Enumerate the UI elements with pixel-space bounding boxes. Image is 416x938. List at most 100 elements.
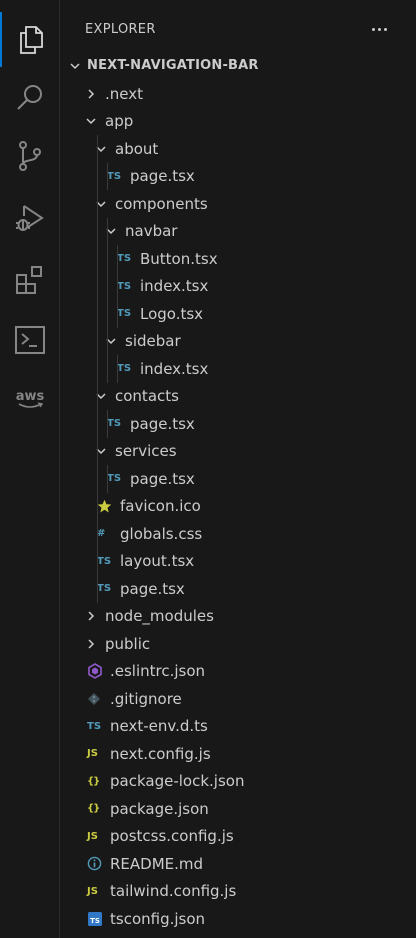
folder-label: services bbox=[115, 442, 177, 460]
root-folder-label: NEXT-NAVIGATION-BAR bbox=[87, 58, 259, 73]
file-label: .gitignore bbox=[110, 689, 182, 708]
terminal-icon[interactable] bbox=[0, 312, 60, 367]
file-label: page.tsx bbox=[120, 579, 185, 598]
typescript-file-icon: TS bbox=[117, 308, 132, 319]
folder-label: node_modules bbox=[105, 607, 214, 625]
aws-icon[interactable]: aws bbox=[0, 370, 60, 425]
more-actions-button[interactable] bbox=[368, 18, 390, 40]
typescript-file-icon: TS bbox=[97, 555, 112, 567]
folder-label: components bbox=[115, 194, 208, 213]
file-label: layout.tsx bbox=[120, 552, 195, 570]
info-icon bbox=[87, 856, 107, 871]
chevron-down-icon bbox=[67, 58, 83, 74]
file-label: package.json bbox=[110, 799, 209, 818]
aws-icon-label: aws bbox=[16, 389, 45, 404]
file-item[interactable]: favicon.ico bbox=[61, 493, 416, 520]
file-item[interactable]: # globals.css bbox=[61, 520, 416, 547]
eslint-icon bbox=[87, 663, 107, 679]
extensions-icon[interactable] bbox=[0, 252, 60, 307]
folder-item[interactable]: .next bbox=[61, 80, 416, 107]
chevron-down-icon bbox=[93, 388, 109, 404]
indent-guide bbox=[97, 135, 98, 603]
chevron-right-icon bbox=[83, 608, 99, 624]
folder-label: about bbox=[115, 139, 159, 158]
file-item[interactable]: TS index.tsx bbox=[61, 273, 416, 300]
typescript-file-icon: TS bbox=[87, 720, 102, 732]
folder-item[interactable]: about bbox=[61, 135, 416, 162]
file-item[interactable]: {} package-lock.json bbox=[61, 768, 416, 795]
file-item[interactable]: TS page.tsx bbox=[61, 575, 416, 602]
folder-label: navbar bbox=[125, 222, 178, 240]
folder-item[interactable]: sidebar bbox=[61, 328, 416, 355]
more-actions-dot bbox=[371, 27, 375, 31]
file-item[interactable]: README.md bbox=[61, 850, 416, 877]
chevron-down-icon bbox=[83, 113, 99, 129]
indent-guide bbox=[107, 162, 108, 190]
search-icon[interactable] bbox=[0, 70, 60, 125]
file-item[interactable]: TS tsconfig.json bbox=[61, 905, 416, 932]
file-item[interactable]: .eslintrc.json bbox=[61, 658, 416, 685]
file-label: globals.css bbox=[120, 524, 203, 543]
typescript-file-icon: TS bbox=[107, 170, 122, 182]
file-label: next.config.js bbox=[110, 744, 211, 763]
javascript-file-icon: JS bbox=[87, 885, 98, 897]
chevron-down-icon bbox=[103, 223, 119, 239]
file-label: package-lock.json bbox=[110, 772, 245, 790]
file-label: next-env.d.ts bbox=[110, 717, 208, 735]
activity-bar: aws bbox=[0, 0, 60, 938]
file-label: .eslintrc.json bbox=[110, 662, 206, 680]
file-item[interactable]: TS Logo.tsx bbox=[61, 300, 416, 327]
folder-label: contacts bbox=[115, 387, 179, 405]
file-label: index.tsx bbox=[140, 359, 209, 378]
file-item[interactable]: TS page.tsx bbox=[61, 465, 416, 492]
indent-guide bbox=[107, 217, 108, 383]
chevron-down-icon bbox=[93, 443, 109, 459]
file-item[interactable]: {} package.json bbox=[61, 795, 416, 822]
file-item[interactable]: TS next-env.d.ts bbox=[61, 713, 416, 740]
folder-item[interactable]: public bbox=[61, 630, 416, 657]
more-actions-dot bbox=[383, 27, 387, 31]
file-item[interactable]: TS page.tsx bbox=[61, 410, 416, 437]
folder-label: app bbox=[105, 112, 134, 130]
file-label: Logo.tsx bbox=[140, 304, 204, 323]
source-control-icon[interactable] bbox=[0, 128, 60, 183]
git-icon bbox=[87, 692, 107, 706]
folder-label: public bbox=[105, 634, 151, 653]
css-file-icon: # bbox=[97, 528, 106, 539]
file-item[interactable]: TS index.tsx bbox=[61, 355, 416, 382]
file-label: tailwind.config.js bbox=[110, 882, 237, 900]
typescript-file-icon: TS bbox=[107, 418, 122, 429]
folder-item[interactable]: app bbox=[61, 108, 416, 135]
typescript-file-icon: TS bbox=[117, 253, 132, 264]
chevron-down-icon bbox=[93, 196, 109, 212]
file-label: tsconfig.json bbox=[110, 909, 206, 928]
run-debug-icon[interactable] bbox=[0, 190, 60, 245]
file-label: postcss.config.js bbox=[110, 827, 234, 845]
tree-root-folder[interactable]: NEXT-NAVIGATION-BAR bbox=[61, 52, 416, 79]
file-item[interactable]: .gitignore bbox=[61, 685, 416, 712]
folder-item[interactable]: navbar bbox=[61, 218, 416, 245]
folder-item[interactable]: services bbox=[61, 438, 416, 465]
file-item[interactable]: TS layout.tsx bbox=[61, 548, 416, 575]
explorer-panel: EXPLORER NEXT-NAVIGATION-BAR .next app abo… bbox=[61, 0, 416, 938]
json-file-icon: {} bbox=[87, 803, 100, 814]
file-item[interactable]: TS Button.tsx bbox=[61, 245, 416, 272]
file-label: Button.tsx bbox=[140, 249, 218, 268]
folder-label: .next bbox=[105, 84, 143, 103]
tsconfig-icon: TS bbox=[87, 911, 107, 927]
typescript-file-icon: TS bbox=[117, 280, 132, 292]
explorer-title: EXPLORER bbox=[85, 22, 156, 37]
file-item[interactable]: TS page.tsx bbox=[61, 163, 416, 190]
file-label: page.tsx bbox=[130, 167, 195, 185]
file-item[interactable]: JS next.config.js bbox=[61, 740, 416, 767]
file-item[interactable]: JS tailwind.config.js bbox=[61, 878, 416, 905]
folder-item[interactable]: contacts bbox=[61, 383, 416, 410]
typescript-file-icon: TS bbox=[117, 363, 132, 374]
explorer-icon[interactable] bbox=[0, 12, 60, 67]
folder-item[interactable]: components bbox=[61, 190, 416, 217]
file-label: index.tsx bbox=[140, 277, 209, 295]
folder-item[interactable]: node_modules bbox=[61, 603, 416, 630]
more-actions-dot bbox=[377, 27, 381, 31]
file-item[interactable]: JS postcss.config.js bbox=[61, 823, 416, 850]
chevron-down-icon bbox=[93, 141, 109, 157]
